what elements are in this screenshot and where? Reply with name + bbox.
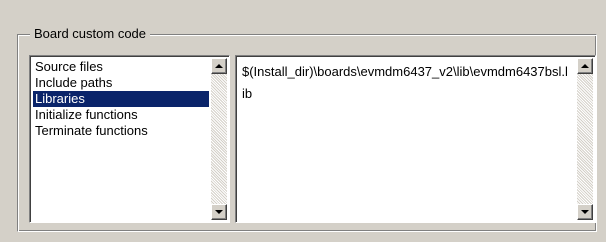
list-item-source-files[interactable]: Source files: [33, 59, 209, 75]
category-scroll-down-button[interactable]: [211, 204, 227, 220]
triangle-down-icon: [581, 210, 589, 214]
code-scroll-down-button[interactable]: [577, 204, 593, 220]
code-entry-textarea[interactable]: $(Install_dir)\boards\evmdm6437_v2\lib\e…: [235, 55, 596, 223]
code-entry-scrollbar[interactable]: [577, 58, 593, 220]
category-scroll-up-button[interactable]: [211, 58, 227, 74]
triangle-up-icon: [215, 64, 223, 68]
list-item-libraries[interactable]: Libraries: [33, 91, 209, 107]
category-list-scrollbar[interactable]: [211, 58, 227, 220]
list-item-include-paths[interactable]: Include paths: [33, 75, 209, 91]
triangle-down-icon: [215, 210, 223, 214]
code-entry-text[interactable]: $(Install_dir)\boards\evmdm6437_v2\lib\e…: [242, 61, 568, 105]
list-item-initialize-functions[interactable]: Initialize functions: [33, 107, 209, 123]
group-title: Board custom code: [30, 26, 151, 41]
list-item-terminate-functions[interactable]: Terminate functions: [33, 123, 209, 139]
code-category-list[interactable]: Source files Include paths Libraries Ini…: [29, 55, 230, 223]
triangle-up-icon: [581, 64, 589, 68]
code-scroll-up-button[interactable]: [577, 58, 593, 74]
